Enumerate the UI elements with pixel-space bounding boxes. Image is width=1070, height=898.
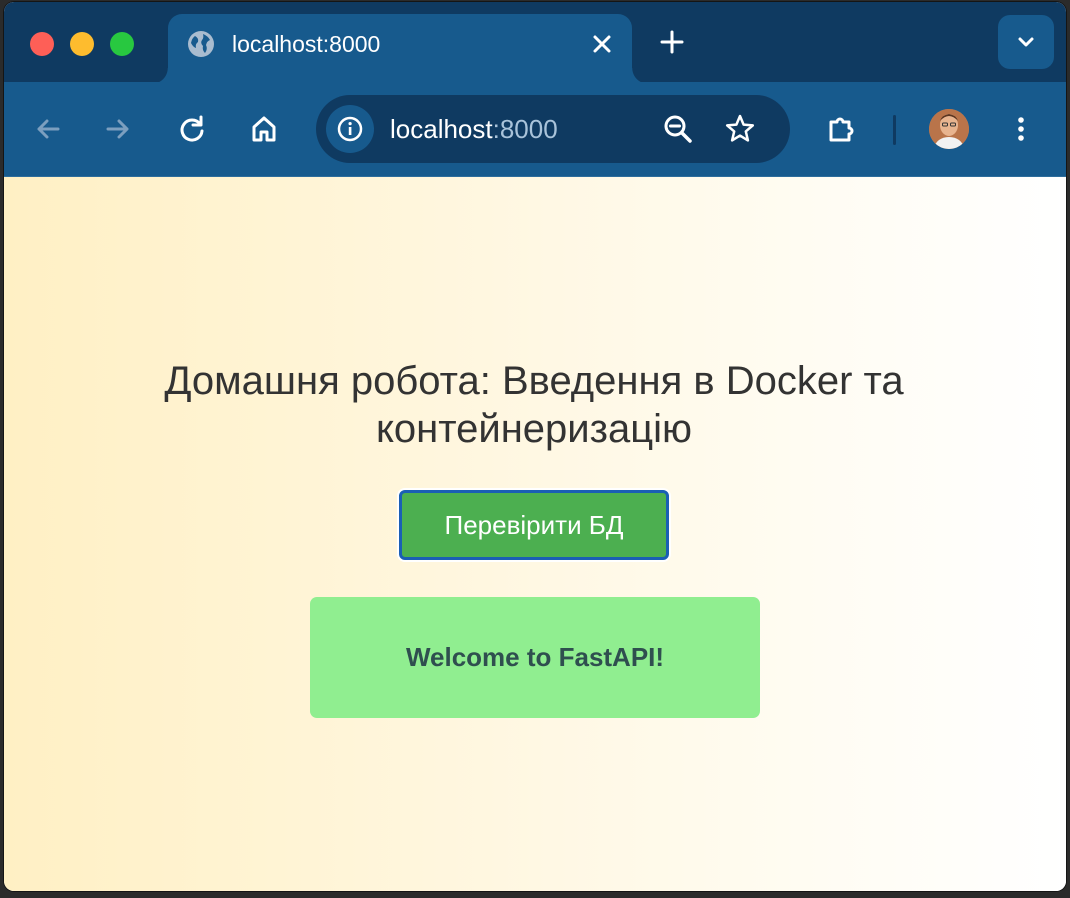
url-host: localhost <box>390 114 493 144</box>
minimize-window-button[interactable] <box>70 32 94 56</box>
home-icon[interactable] <box>248 113 280 145</box>
toolbar-separator <box>893 115 896 145</box>
back-arrow-icon[interactable] <box>32 113 64 145</box>
menu-dots-icon[interactable] <box>1005 113 1037 145</box>
browser-window: localhost:8000 localhost:8000 Домашня ро… <box>4 2 1066 891</box>
tab-localhost[interactable]: localhost:8000 <box>152 14 648 84</box>
zoom-icon[interactable] <box>662 113 694 145</box>
url-port: :8000 <box>492 114 558 144</box>
check-db-button[interactable]: Перевірити БД <box>399 490 669 560</box>
profile-avatar-icon <box>929 109 969 149</box>
close-tab-icon[interactable] <box>588 30 616 58</box>
site-info-button[interactable] <box>326 105 374 153</box>
reload-icon[interactable] <box>176 113 208 145</box>
globe-icon <box>188 31 214 57</box>
extensions-icon[interactable] <box>826 113 858 145</box>
avatar[interactable] <box>929 109 969 149</box>
tab-search-button[interactable] <box>998 15 1054 69</box>
page-viewport: Домашня робота: Введення в Docker та кон… <box>4 177 1066 891</box>
browser-toolbar: localhost:8000 <box>4 82 1066 177</box>
address-bar[interactable]: localhost:8000 <box>316 95 790 163</box>
page-title: Домашня робота: Введення в Docker та кон… <box>164 359 904 451</box>
close-window-button[interactable] <box>30 32 54 56</box>
maximize-window-button[interactable] <box>110 32 134 56</box>
message-text: Welcome to FastAPI! <box>405 642 665 672</box>
tab-strip: localhost:8000 <box>4 2 1066 84</box>
star-icon[interactable] <box>724 113 756 145</box>
tab-title: localhost:8000 <box>232 31 381 57</box>
site-info-icon <box>337 116 363 142</box>
forward-arrow-icon[interactable] <box>102 113 134 145</box>
new-tab-icon[interactable] <box>658 28 686 56</box>
message-box: Welcome to FastAPI! <box>310 597 760 718</box>
url-text[interactable]: localhost:8000 <box>390 114 558 144</box>
chevron-down-icon <box>1018 37 1034 47</box>
